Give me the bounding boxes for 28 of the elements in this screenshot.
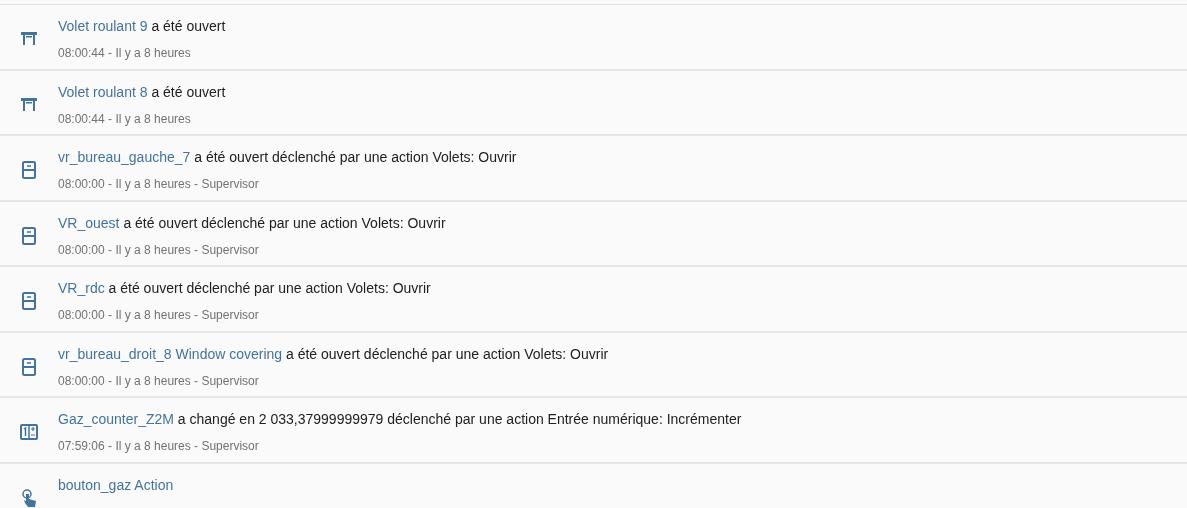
event-time: 08:00:00 - Il y a 8 heures - Supervisor: [58, 308, 259, 322]
touch-hand-icon: [19, 487, 39, 508]
event-message: a été ouvert déclenché par une action Volets: Ouvrir: [123, 214, 446, 231]
counter-icon: [19, 422, 39, 442]
event-message: a été ouvert: [151, 83, 226, 100]
event-message: a changé en 2 033,37999999979 déclenché par une action Entrée numérique: Incrémenter: [177, 411, 742, 427]
event-message: a été ouvert déclenché par une action Volets: Ouvrir: [108, 280, 431, 296]
entity-link[interactable]: VR_ouest: [58, 214, 120, 231]
event-time: 07:59:06 - Il y a 8 heures - Supervisor: [58, 439, 259, 453]
window-shutter-icon: [19, 160, 39, 180]
event-message: a été ouvert: [151, 18, 226, 34]
event-time: 08:00:00 - Il y a 8 heures - Supervisor: [58, 373, 259, 388]
event-message: a été ouvert déclenché par une action Volets: Ouvrir: [194, 149, 517, 165]
entity-link[interactable]: Volet roulant 8: [58, 83, 148, 100]
event-time: 08:00:44 - Il y a 8 heures: [58, 111, 191, 126]
event-time: 08:00:00 - Il y a 8 heures - Supervisor: [58, 242, 259, 257]
event-time: 08:00:44 - Il y a 8 heures: [58, 46, 191, 60]
entity-link[interactable]: VR_rdc: [58, 280, 105, 296]
window-shutter-icon: [19, 356, 39, 377]
entity-link[interactable]: vr_bureau_droit_8 Window covering: [58, 345, 283, 362]
entity-link[interactable]: vr_bureau_gauche_7: [58, 149, 191, 165]
window-shutter-icon: [19, 291, 39, 311]
event-time: 08:00:00 - Il y a 8 heures - Supervisor: [58, 177, 259, 191]
entity-link[interactable]: Volet roulant 9: [58, 18, 148, 34]
window-shutter-icon: [19, 225, 39, 246]
entity-link[interactable]: Gaz_counter_Z2M: [58, 411, 174, 427]
entity-link[interactable]: bouton_gaz Action: [58, 476, 174, 493]
event-message: a été ouvert déclenché par une action Volets: Ouvrir: [286, 345, 609, 362]
